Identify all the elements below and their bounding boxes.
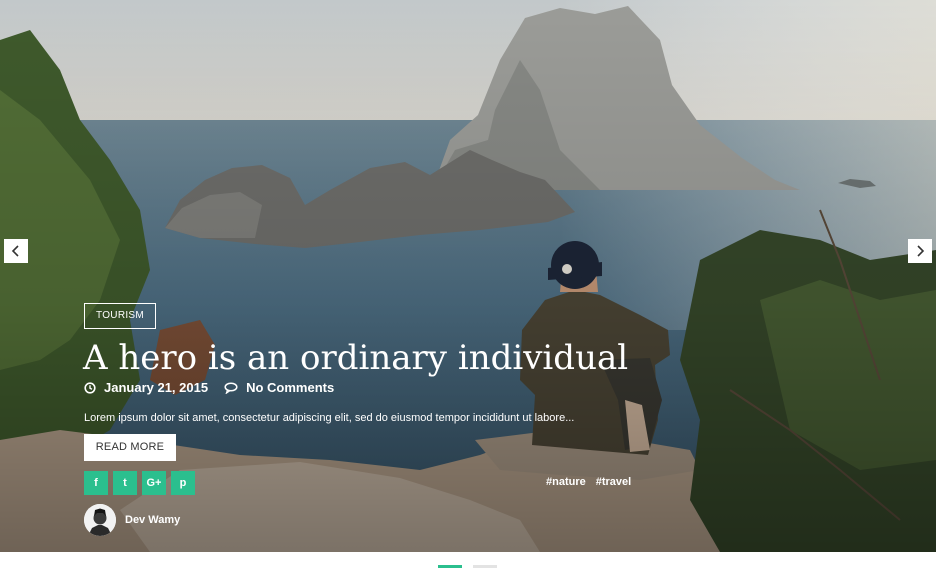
pinterest-icon: p bbox=[179, 477, 187, 489]
avatar bbox=[84, 504, 116, 536]
category-badge[interactable]: TOURISM bbox=[84, 303, 157, 329]
post-meta: January 21, 2015 No Comments bbox=[84, 380, 334, 395]
pinterest-share-button[interactable]: p bbox=[171, 471, 195, 495]
hero-background-image bbox=[0, 0, 936, 552]
post-comments-text: No Comments bbox=[246, 380, 335, 395]
social-share: f t G+ p bbox=[84, 471, 200, 495]
tag-link[interactable]: #travel bbox=[596, 476, 631, 488]
google-plus-share-button[interactable]: G+ bbox=[142, 471, 166, 495]
pagination-dot-2[interactable] bbox=[473, 565, 497, 568]
google-plus-icon: G+ bbox=[146, 477, 162, 489]
twitter-icon: t bbox=[123, 477, 127, 489]
post-date-text: January 21, 2015 bbox=[104, 380, 209, 395]
slider-prev-button[interactable] bbox=[4, 239, 28, 263]
pagination-dot-1[interactable] bbox=[438, 565, 462, 568]
post-excerpt: Lorem ipsum dolor sit amet, consectetur … bbox=[84, 412, 575, 424]
chevron-right-icon bbox=[917, 245, 925, 257]
post-tags: #nature #travel bbox=[546, 476, 631, 488]
author-name: Dev Wamy bbox=[125, 514, 181, 526]
post-date: January 21, 2015 bbox=[84, 380, 208, 395]
post-comments[interactable]: No Comments bbox=[224, 380, 334, 395]
twitter-share-button[interactable]: t bbox=[113, 471, 137, 495]
chevron-left-icon bbox=[11, 245, 19, 257]
facebook-share-button[interactable]: f bbox=[84, 471, 108, 495]
post-title[interactable]: A hero is an ordinary individual bbox=[83, 334, 628, 382]
slider-pagination bbox=[438, 565, 508, 568]
tag-link[interactable]: #nature bbox=[546, 476, 586, 488]
slider-next-button[interactable] bbox=[908, 239, 932, 263]
author-avatar-image bbox=[84, 504, 116, 536]
clock-icon bbox=[84, 381, 96, 394]
comments-icon bbox=[224, 381, 238, 394]
read-more-button[interactable]: READ MORE bbox=[84, 434, 176, 461]
hero-slide: TOURISM A hero is an ordinary individual… bbox=[0, 0, 936, 552]
facebook-icon: f bbox=[94, 477, 98, 489]
post-author[interactable]: Dev Wamy bbox=[84, 504, 180, 536]
